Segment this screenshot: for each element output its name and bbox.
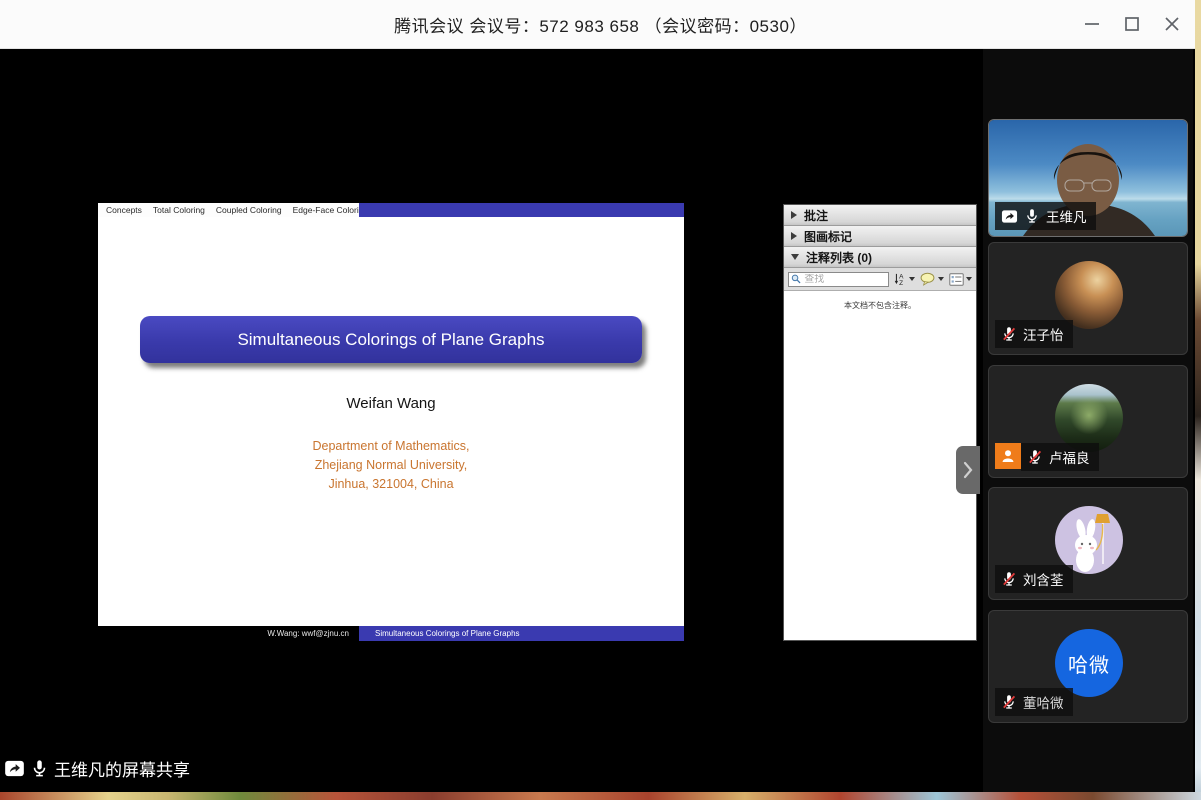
participant-name-row: 刘含荃 <box>995 565 1073 593</box>
participant-tile-video[interactable]: 王维凡 <box>988 119 1188 237</box>
participant-tile[interactable]: 刘含荃 <box>988 487 1188 600</box>
slide-footer-title: Simultaneous Colorings of Plane Graphs <box>359 626 684 641</box>
svg-text:Z: Z <box>899 280 903 286</box>
section-drawing-markups-label: 图画标记 <box>804 228 852 245</box>
participant-name-tag: 刘含荃 <box>995 565 1073 593</box>
avatar <box>1055 384 1123 452</box>
slide-footer: W.Wang: wwf@zjnu.cn Simultaneous Colorin… <box>98 626 684 641</box>
participant-name-row: 董哈微 <box>995 688 1073 716</box>
affiliation-line-1: Department of Mathematics, <box>98 437 684 456</box>
window-controls <box>1079 0 1185 48</box>
dropdown-caret-icon <box>909 277 915 281</box>
minimize-button[interactable] <box>1079 11 1105 37</box>
sort-az-icon: A Z <box>894 272 907 286</box>
slide-author: Weifan Wang <box>98 395 684 412</box>
comment-list-toolbar: A Z <box>784 268 976 291</box>
slide-nav-total-coloring: Total Coloring <box>153 205 205 215</box>
slide-nav-concepts: Concepts <box>106 205 142 215</box>
participant-name: 王维凡 <box>1046 206 1087 226</box>
screen-share-banner: 王维凡的屏幕共享 <box>4 756 190 781</box>
window-titlebar: 腾讯会议 会议号：572 983 658 （会议密码：0530） <box>0 0 1201 49</box>
window-title: 腾讯会议 会议号：572 983 658 （会议密码：0530） <box>394 12 807 37</box>
rabbit-avatar-art <box>1055 506 1123 574</box>
microphone-muted-icon <box>1001 694 1017 710</box>
participant-name: 董哈微 <box>1023 692 1064 712</box>
participant-name-tag: 董哈微 <box>995 688 1073 716</box>
chevron-right-icon <box>962 460 974 480</box>
slide-header-accent-bar <box>359 203 684 217</box>
participant-name: 刘含荃 <box>1023 569 1064 589</box>
participant-name: 汪子怡 <box>1023 324 1064 344</box>
slide-nav-coupled-coloring: Coupled Coloring <box>216 205 282 215</box>
avatar <box>1055 261 1123 329</box>
participants-sidebar: 王维凡 汪子怡 <box>983 48 1193 792</box>
presentation-slide: Concepts Total Coloring Coupled Coloring… <box>98 203 684 641</box>
participant-name-row: 汪子怡 <box>995 320 1073 348</box>
search-icon <box>791 273 801 285</box>
sort-comments-button[interactable]: A Z <box>894 272 915 286</box>
affiliation-line-2: Zhejiang Normal University, <box>98 456 684 475</box>
participant-name-tag: 汪子怡 <box>995 320 1073 348</box>
close-button[interactable] <box>1159 11 1185 37</box>
section-comments[interactable]: 批注 <box>784 205 976 226</box>
annotation-panel: 批注 图画标记 注释列表 (0) A Z <box>783 204 977 641</box>
dropdown-caret-icon <box>966 277 972 281</box>
comment-search-box[interactable] <box>788 272 889 287</box>
slide-title: Simultaneous Colorings of Plane Graphs <box>237 330 544 350</box>
microphone-muted-icon <box>1001 571 1017 587</box>
no-comments-message: 本文档不包含注释。 <box>784 300 976 311</box>
expanded-triangle-icon <box>791 254 799 260</box>
slide-title-box: Simultaneous Colorings of Plane Graphs <box>140 316 642 363</box>
desktop-wallpaper-bottom-sliver <box>0 792 1201 800</box>
participant-name-tag: 卢福良 <box>1021 443 1099 471</box>
slide-affiliation: Department of Mathematics, Zhejiang Norm… <box>98 437 684 494</box>
dropdown-caret-icon <box>938 277 944 281</box>
list-options-button[interactable] <box>949 273 972 286</box>
section-comments-label: 批注 <box>804 207 828 224</box>
screen-share-icon <box>4 758 25 779</box>
participant-name: 卢福良 <box>1049 447 1090 467</box>
affiliation-line-3: Jinhua, 321004, China <box>98 475 684 494</box>
list-view-icon <box>949 273 964 286</box>
maximize-icon <box>1122 14 1142 34</box>
participant-name-row: 王维凡 <box>995 202 1096 230</box>
screen-share-icon <box>1001 208 1018 225</box>
microphone-muted-icon <box>1001 326 1017 342</box>
participant-name-tag: 王维凡 <box>995 202 1096 230</box>
slide-nav-edge-face-coloring: Edge-Face Coloring <box>293 205 369 215</box>
sidebar-collapse-button[interactable] <box>956 446 980 494</box>
collapsed-triangle-icon <box>791 211 797 219</box>
minimize-icon <box>1082 14 1102 34</box>
host-badge <box>995 443 1021 469</box>
slide-header: Concepts Total Coloring Coupled Coloring… <box>98 203 684 217</box>
microphone-icon <box>30 759 49 778</box>
participant-tile[interactable]: 卢福良 <box>988 365 1188 478</box>
maximize-button[interactable] <box>1119 11 1145 37</box>
section-comment-list-label: 注释列表 (0) <box>806 249 872 266</box>
section-drawing-markups[interactable]: 图画标记 <box>784 226 976 247</box>
participant-tile[interactable]: 哈微 董哈微 <box>988 610 1188 723</box>
desktop-wallpaper-right-sliver <box>1195 0 1201 800</box>
microphone-muted-icon <box>1027 449 1043 465</box>
microphone-icon <box>1024 208 1040 224</box>
person-icon <box>1000 448 1016 464</box>
close-icon <box>1162 14 1182 34</box>
screen-share-banner-text: 王维凡的屏幕共享 <box>54 756 190 781</box>
slide-nav-tabs: Concepts Total Coloring Coupled Coloring… <box>98 203 359 217</box>
participant-name-row: 卢福良 <box>995 443 1099 471</box>
filter-comments-button[interactable] <box>920 272 944 286</box>
avatar: 哈微 <box>1055 629 1123 697</box>
comment-search-input[interactable] <box>804 274 886 285</box>
collapsed-triangle-icon <box>791 232 797 240</box>
speech-bubble-icon <box>920 272 936 286</box>
section-comment-list[interactable]: 注释列表 (0) <box>784 247 976 268</box>
slide-footer-email: W.Wang: wwf@zjnu.cn <box>98 626 359 641</box>
avatar-initials-text: 哈微 <box>1068 649 1110 678</box>
avatar <box>1055 506 1123 574</box>
participant-tile[interactable]: 汪子怡 <box>988 242 1188 355</box>
